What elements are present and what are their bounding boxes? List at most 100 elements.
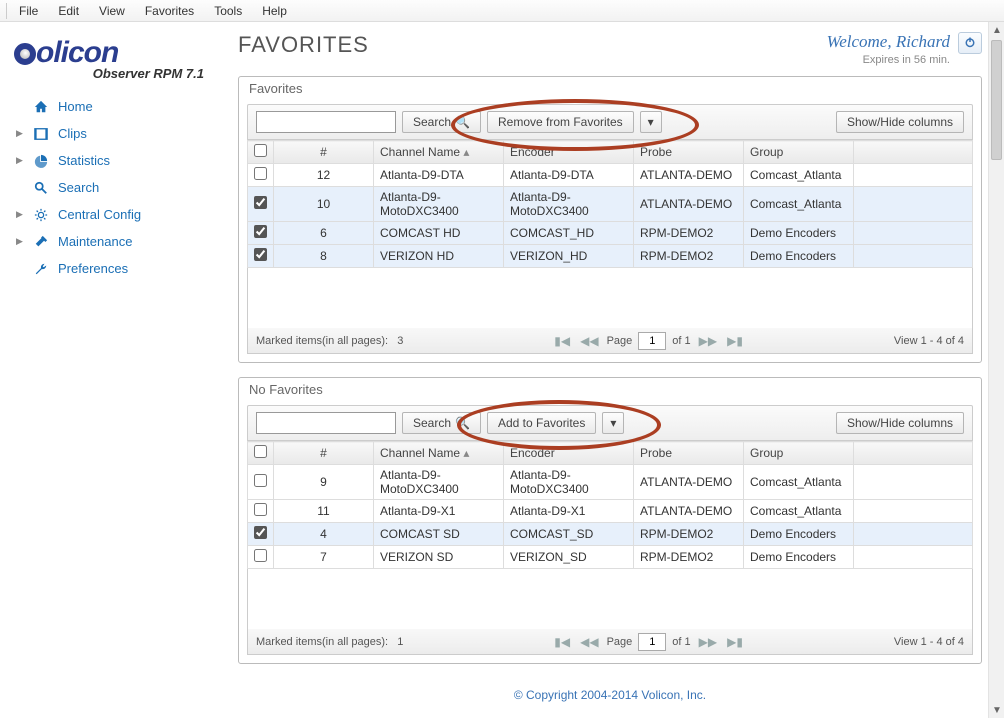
menu-tools[interactable]: Tools	[204, 2, 252, 20]
add-favorites-dropdown[interactable]: ▾	[602, 412, 624, 434]
nofavorites-table: # Channel Name ▴ Encoder Probe Group 9At…	[247, 441, 973, 569]
col-encoder[interactable]: Encoder	[504, 442, 634, 465]
pager-first[interactable]: ▮◀	[552, 334, 572, 348]
nav-preferences[interactable]: Preferences	[14, 257, 228, 280]
table-row[interactable]: 9Atlanta-D9-MotoDXC3400Atlanta-D9-MotoDX…	[248, 465, 973, 500]
row-checkbox[interactable]	[254, 474, 267, 487]
page-title: FAVORITES	[238, 32, 369, 58]
stats-icon	[32, 154, 50, 168]
favorites-search-input[interactable]	[256, 111, 396, 133]
cell-encoder: Atlanta-D9-DTA	[504, 164, 634, 187]
cell-extra	[854, 222, 973, 245]
row-checkbox[interactable]	[254, 549, 267, 562]
table-row[interactable]: 12Atlanta-D9-DTAAtlanta-D9-DTAATLANTA-DE…	[248, 164, 973, 187]
cell-probe: RPM-DEMO2	[634, 245, 744, 268]
pager-prev[interactable]: ◀◀	[578, 334, 600, 348]
row-checkbox[interactable]	[254, 167, 267, 180]
expires-text: Expires in 56 min.	[863, 54, 950, 66]
col-group[interactable]: Group	[744, 442, 854, 465]
cell-extra	[854, 546, 973, 569]
power-button[interactable]	[958, 32, 982, 54]
table-row[interactable]: 8VERIZON HDVERIZON_HDRPM-DEMO2Demo Encod…	[248, 245, 973, 268]
cell-encoder: VERIZON_HD	[504, 245, 634, 268]
col-channel[interactable]: Channel Name ▴	[374, 141, 504, 164]
add-favorites-button[interactable]: Add to Favorites	[487, 412, 596, 434]
remove-favorites-dropdown[interactable]: ▾	[640, 111, 662, 133]
pager-first[interactable]: ▮◀	[552, 635, 572, 649]
footer-link[interactable]: © Copyright 2004-2014 Volicon, Inc.	[514, 688, 706, 702]
table-row[interactable]: 4COMCAST SDCOMCAST_SDRPM-DEMO2Demo Encod…	[248, 523, 973, 546]
pager-next[interactable]: ▶▶	[697, 334, 719, 348]
sort-icon: ▴	[463, 145, 469, 159]
menu-view[interactable]: View	[89, 2, 135, 20]
remove-favorites-button[interactable]: Remove from Favorites	[487, 111, 634, 133]
menu-file[interactable]: File	[9, 2, 48, 20]
expand-icon[interactable]: ▶	[16, 128, 24, 139]
cell-encoder: Atlanta-D9-MotoDXC3400	[504, 187, 634, 222]
row-checkbox[interactable]	[254, 225, 267, 238]
pager-last[interactable]: ▶▮	[725, 635, 745, 649]
table-row[interactable]: 6COMCAST HDCOMCAST_HDRPM-DEMO2Demo Encod…	[248, 222, 973, 245]
nofavorites-showhide-button[interactable]: Show/Hide columns	[836, 412, 964, 434]
pager-page-input[interactable]	[638, 332, 666, 350]
cell-extra	[854, 500, 973, 523]
cell-group: Comcast_Atlanta	[744, 164, 854, 187]
favorites-search-button[interactable]: Search 🔍	[402, 111, 481, 133]
nav-statistics[interactable]: ▶ Statistics	[14, 149, 228, 172]
sidebar: olicon Observer RPM 7.1 Home ▶ Clips ▶	[0, 22, 228, 718]
nofavorites-panel: No Favorites Search 🔍 Add to Favorites ▾…	[238, 377, 982, 664]
table-row[interactable]: 7VERIZON SDVERIZON_SDRPM-DEMO2Demo Encod…	[248, 546, 973, 569]
nav-clips[interactable]: ▶ Clips	[14, 122, 228, 145]
logo: olicon Observer RPM 7.1	[14, 32, 228, 83]
scroll-up-icon[interactable]: ▲	[989, 22, 1004, 38]
col-num[interactable]: #	[274, 442, 374, 465]
scroll-down-icon[interactable]: ▼	[989, 702, 1004, 718]
cell-encoder: Atlanta-D9-MotoDXC3400	[504, 465, 634, 500]
row-checkbox[interactable]	[254, 526, 267, 539]
scrollbar[interactable]: ▲ ▼	[988, 22, 1004, 718]
marked-label: Marked items(in all pages):	[256, 335, 388, 347]
favorites-toolbar: Search 🔍 Remove from Favorites ▾ Show/Hi…	[247, 104, 973, 140]
nofavorites-pager: Marked items(in all pages): 1 ▮◀ ◀◀ Page…	[247, 629, 973, 655]
cell-channel: Atlanta-D9-X1	[374, 500, 504, 523]
cell-channel: VERIZON SD	[374, 546, 504, 569]
nav-search[interactable]: Search	[14, 176, 228, 199]
row-checkbox[interactable]	[254, 196, 267, 209]
col-channel[interactable]: Channel Name ▴	[374, 442, 504, 465]
nav-central-config[interactable]: ▶ Central Config	[14, 203, 228, 226]
pager-last[interactable]: ▶▮	[725, 334, 745, 348]
table-row[interactable]: 11Atlanta-D9-X1Atlanta-D9-X1ATLANTA-DEMO…	[248, 500, 973, 523]
favorites-select-all[interactable]	[254, 144, 267, 157]
expand-icon[interactable]: ▶	[16, 236, 24, 247]
col-probe[interactable]: Probe	[634, 141, 744, 164]
menu-favorites[interactable]: Favorites	[135, 2, 204, 20]
table-row[interactable]: 10Atlanta-D9-MotoDXC3400Atlanta-D9-MotoD…	[248, 187, 973, 222]
expand-icon[interactable]: ▶	[16, 209, 24, 220]
pager-page-input[interactable]	[638, 633, 666, 651]
nav-maintenance[interactable]: ▶ Maintenance	[14, 230, 228, 253]
cell-probe: ATLANTA-DEMO	[634, 187, 744, 222]
col-num[interactable]: #	[274, 141, 374, 164]
welcome-block: Welcome, Richard Expires in 56 min.	[827, 32, 950, 66]
nofavorites-search-button[interactable]: Search 🔍	[402, 412, 481, 434]
logo-text: olicon	[14, 36, 118, 69]
nav-home[interactable]: Home	[14, 95, 228, 118]
row-checkbox[interactable]	[254, 503, 267, 516]
menu-edit[interactable]: Edit	[48, 2, 89, 20]
nofavorites-search-input[interactable]	[256, 412, 396, 434]
wrench-icon	[32, 262, 50, 276]
cell-num: 4	[274, 523, 374, 546]
scroll-thumb[interactable]	[991, 40, 1002, 160]
col-encoder[interactable]: Encoder	[504, 141, 634, 164]
pager-next[interactable]: ▶▶	[697, 635, 719, 649]
favorites-showhide-button[interactable]: Show/Hide columns	[836, 111, 964, 133]
col-group[interactable]: Group	[744, 141, 854, 164]
menu-help[interactable]: Help	[252, 2, 297, 20]
pager-prev[interactable]: ◀◀	[578, 635, 600, 649]
col-probe[interactable]: Probe	[634, 442, 744, 465]
expand-icon[interactable]: ▶	[16, 155, 24, 166]
cell-encoder: VERIZON_SD	[504, 546, 634, 569]
row-checkbox[interactable]	[254, 248, 267, 261]
nav: Home ▶ Clips ▶ Statistics	[14, 95, 228, 280]
nofav-select-all[interactable]	[254, 445, 267, 458]
